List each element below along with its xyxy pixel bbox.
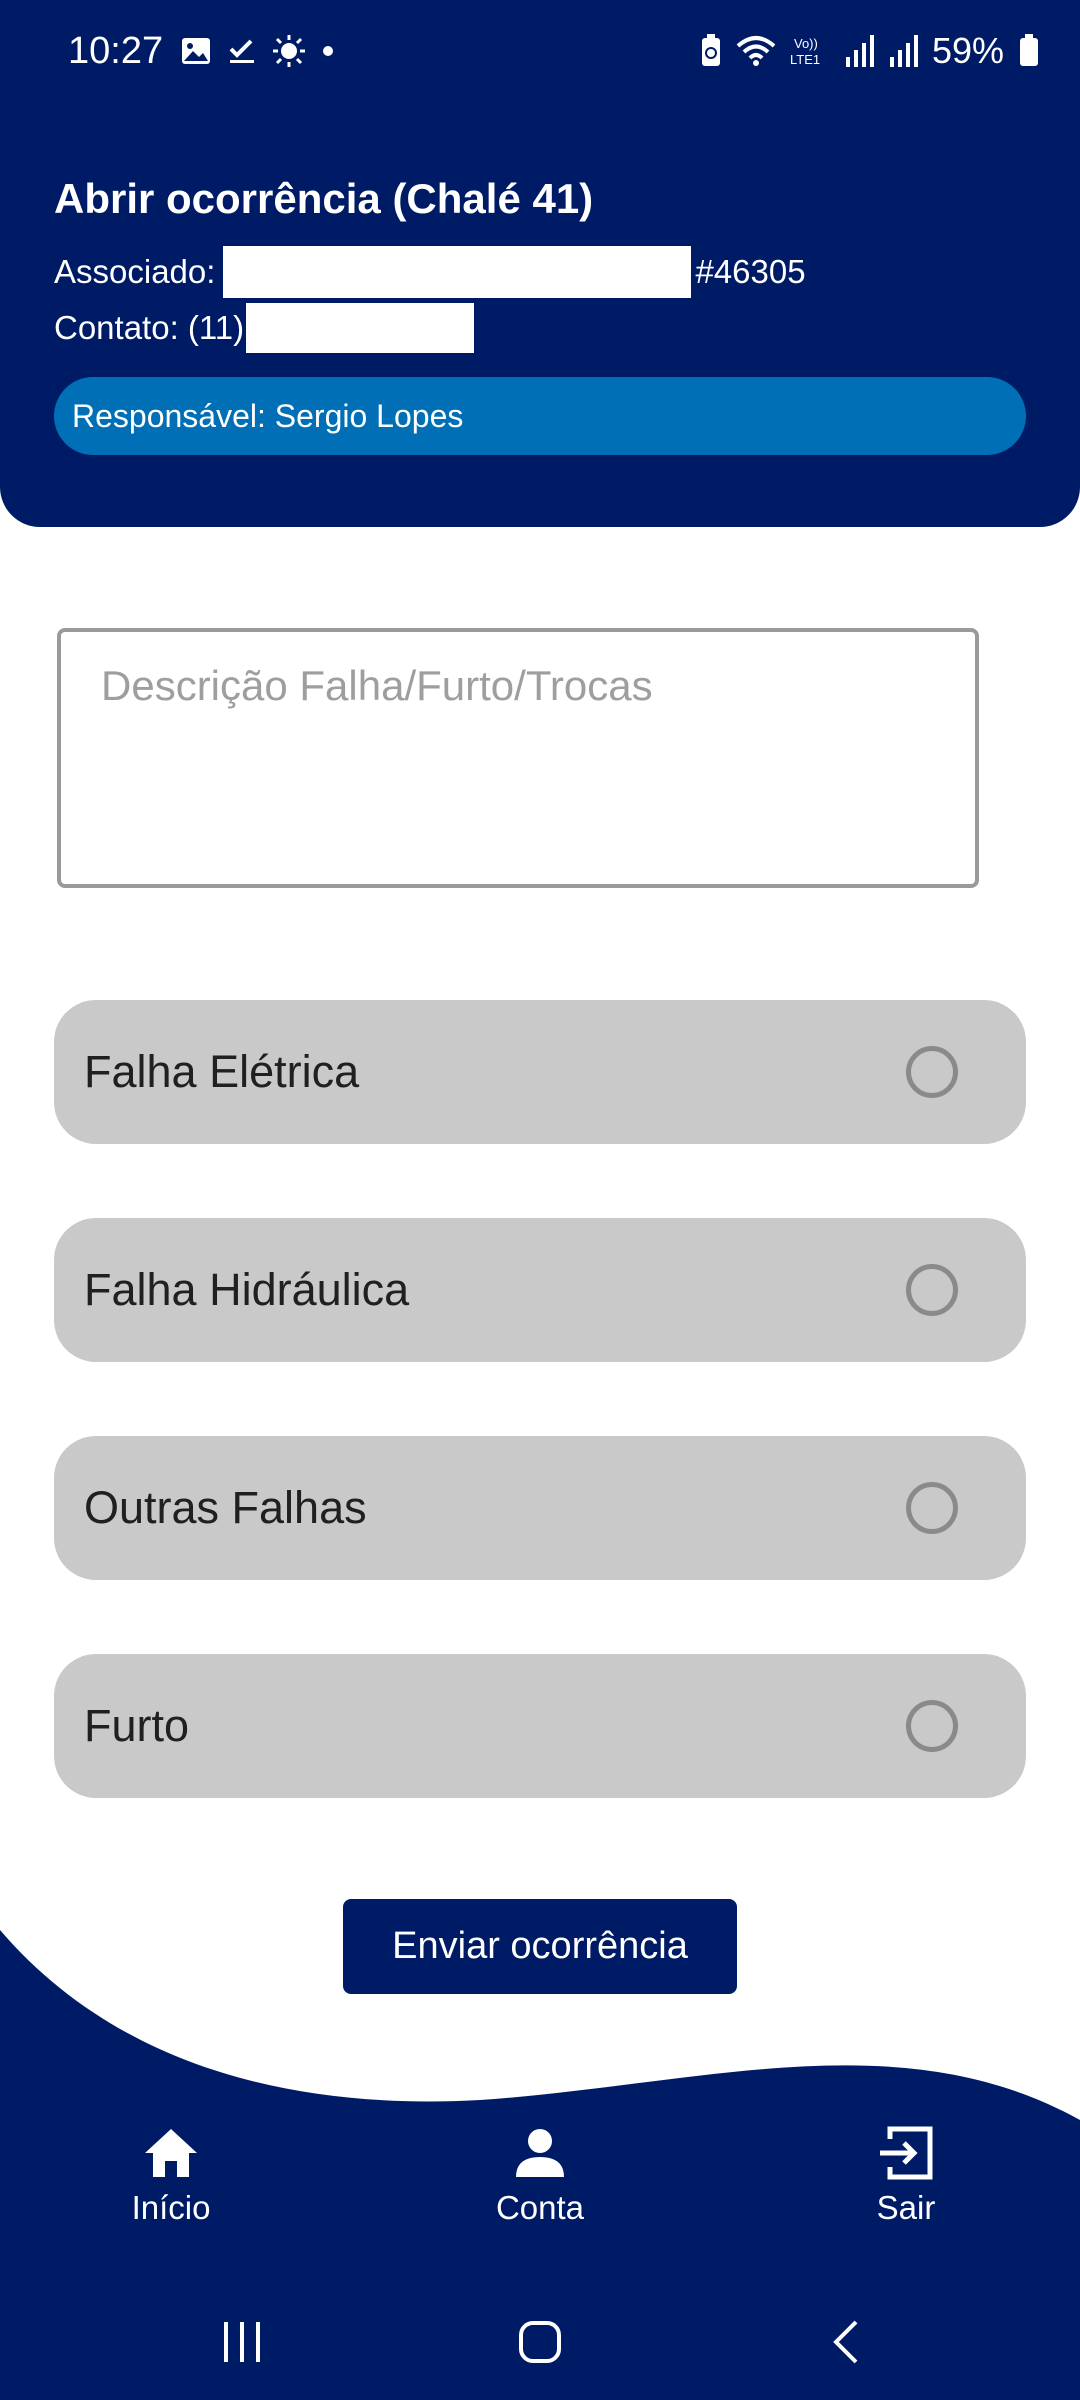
brightness-icon	[273, 35, 305, 67]
status-left-icons	[180, 34, 336, 68]
status-time: 10:27	[68, 30, 164, 72]
signal-icon	[845, 35, 874, 67]
battery-saver-icon	[701, 34, 720, 66]
option-label: Falha Hidráulica	[84, 1264, 410, 1315]
nav-label: Início	[131, 2189, 211, 2226]
option-label: Outras Falhas	[84, 1482, 367, 1533]
contato-label: Contato: (11)	[54, 309, 245, 346]
svg-text:LTE1: LTE1	[790, 52, 820, 67]
bottom-nav: Início Conta Sair	[0, 2125, 1080, 2265]
submit-button[interactable]: Enviar ocorrência	[343, 1899, 737, 1994]
responsavel-badge: Responsável: Sergio Lopes	[54, 377, 1026, 455]
signal-icon	[889, 35, 918, 67]
dot-icon	[323, 46, 333, 56]
nav-item-sair[interactable]: Sair	[806, 2125, 1006, 2227]
home-circle-icon[interactable]	[518, 2320, 562, 2364]
option-label: Falha Elétrica	[84, 1046, 360, 1097]
description-input[interactable]	[61, 632, 975, 884]
home-icon	[145, 2129, 197, 2177]
option-furto[interactable]: Furto	[54, 1654, 1026, 1798]
associado-id: #46305	[695, 253, 806, 290]
image-icon	[182, 38, 210, 64]
status-bar: 10:27 Vo)) LTE1 59%	[0, 0, 1080, 105]
associado-name-redacted	[223, 246, 692, 298]
radio-button[interactable]	[906, 1264, 958, 1316]
person-icon	[516, 2129, 564, 2177]
nav-label: Sair	[876, 2189, 936, 2226]
back-icon[interactable]	[826, 2318, 866, 2366]
status-right: Vo)) LTE1 59%	[700, 30, 1040, 72]
radio-button[interactable]	[906, 1046, 958, 1098]
battery-percent: 59%	[931, 30, 1004, 71]
description-field[interactable]	[57, 628, 979, 888]
nav-item-conta[interactable]: Conta	[440, 2125, 640, 2227]
volte-icon: Vo))LTE1	[790, 36, 820, 67]
svg-text:Vo)): Vo))	[794, 36, 818, 51]
radio-button[interactable]	[906, 1482, 958, 1534]
radio-button[interactable]	[906, 1700, 958, 1752]
battery-icon	[1020, 34, 1038, 66]
option-label: Furto	[84, 1700, 190, 1751]
associado-line: Associado: #46305	[54, 246, 806, 298]
option-outras-falhas[interactable]: Outras Falhas	[54, 1436, 1026, 1580]
nav-label: Conta	[495, 2189, 585, 2226]
check-icon	[229, 39, 254, 63]
contato-line: Contato: (11)	[54, 303, 478, 353]
contato-number-redacted	[246, 303, 475, 353]
option-falha-hidraulica[interactable]: Falha Hidráulica	[54, 1218, 1026, 1362]
exit-icon	[880, 2126, 933, 2180]
nav-item-inicio[interactable]: Início	[71, 2125, 271, 2227]
page-title: Abrir ocorrência (Chalé 41)	[54, 175, 594, 222]
recents-icon[interactable]	[220, 2320, 264, 2364]
option-falha-eletrica[interactable]: Falha Elétrica	[54, 1000, 1026, 1144]
system-nav-bar	[0, 2300, 1080, 2380]
wifi-icon	[736, 36, 776, 66]
associado-label: Associado:	[54, 253, 216, 290]
